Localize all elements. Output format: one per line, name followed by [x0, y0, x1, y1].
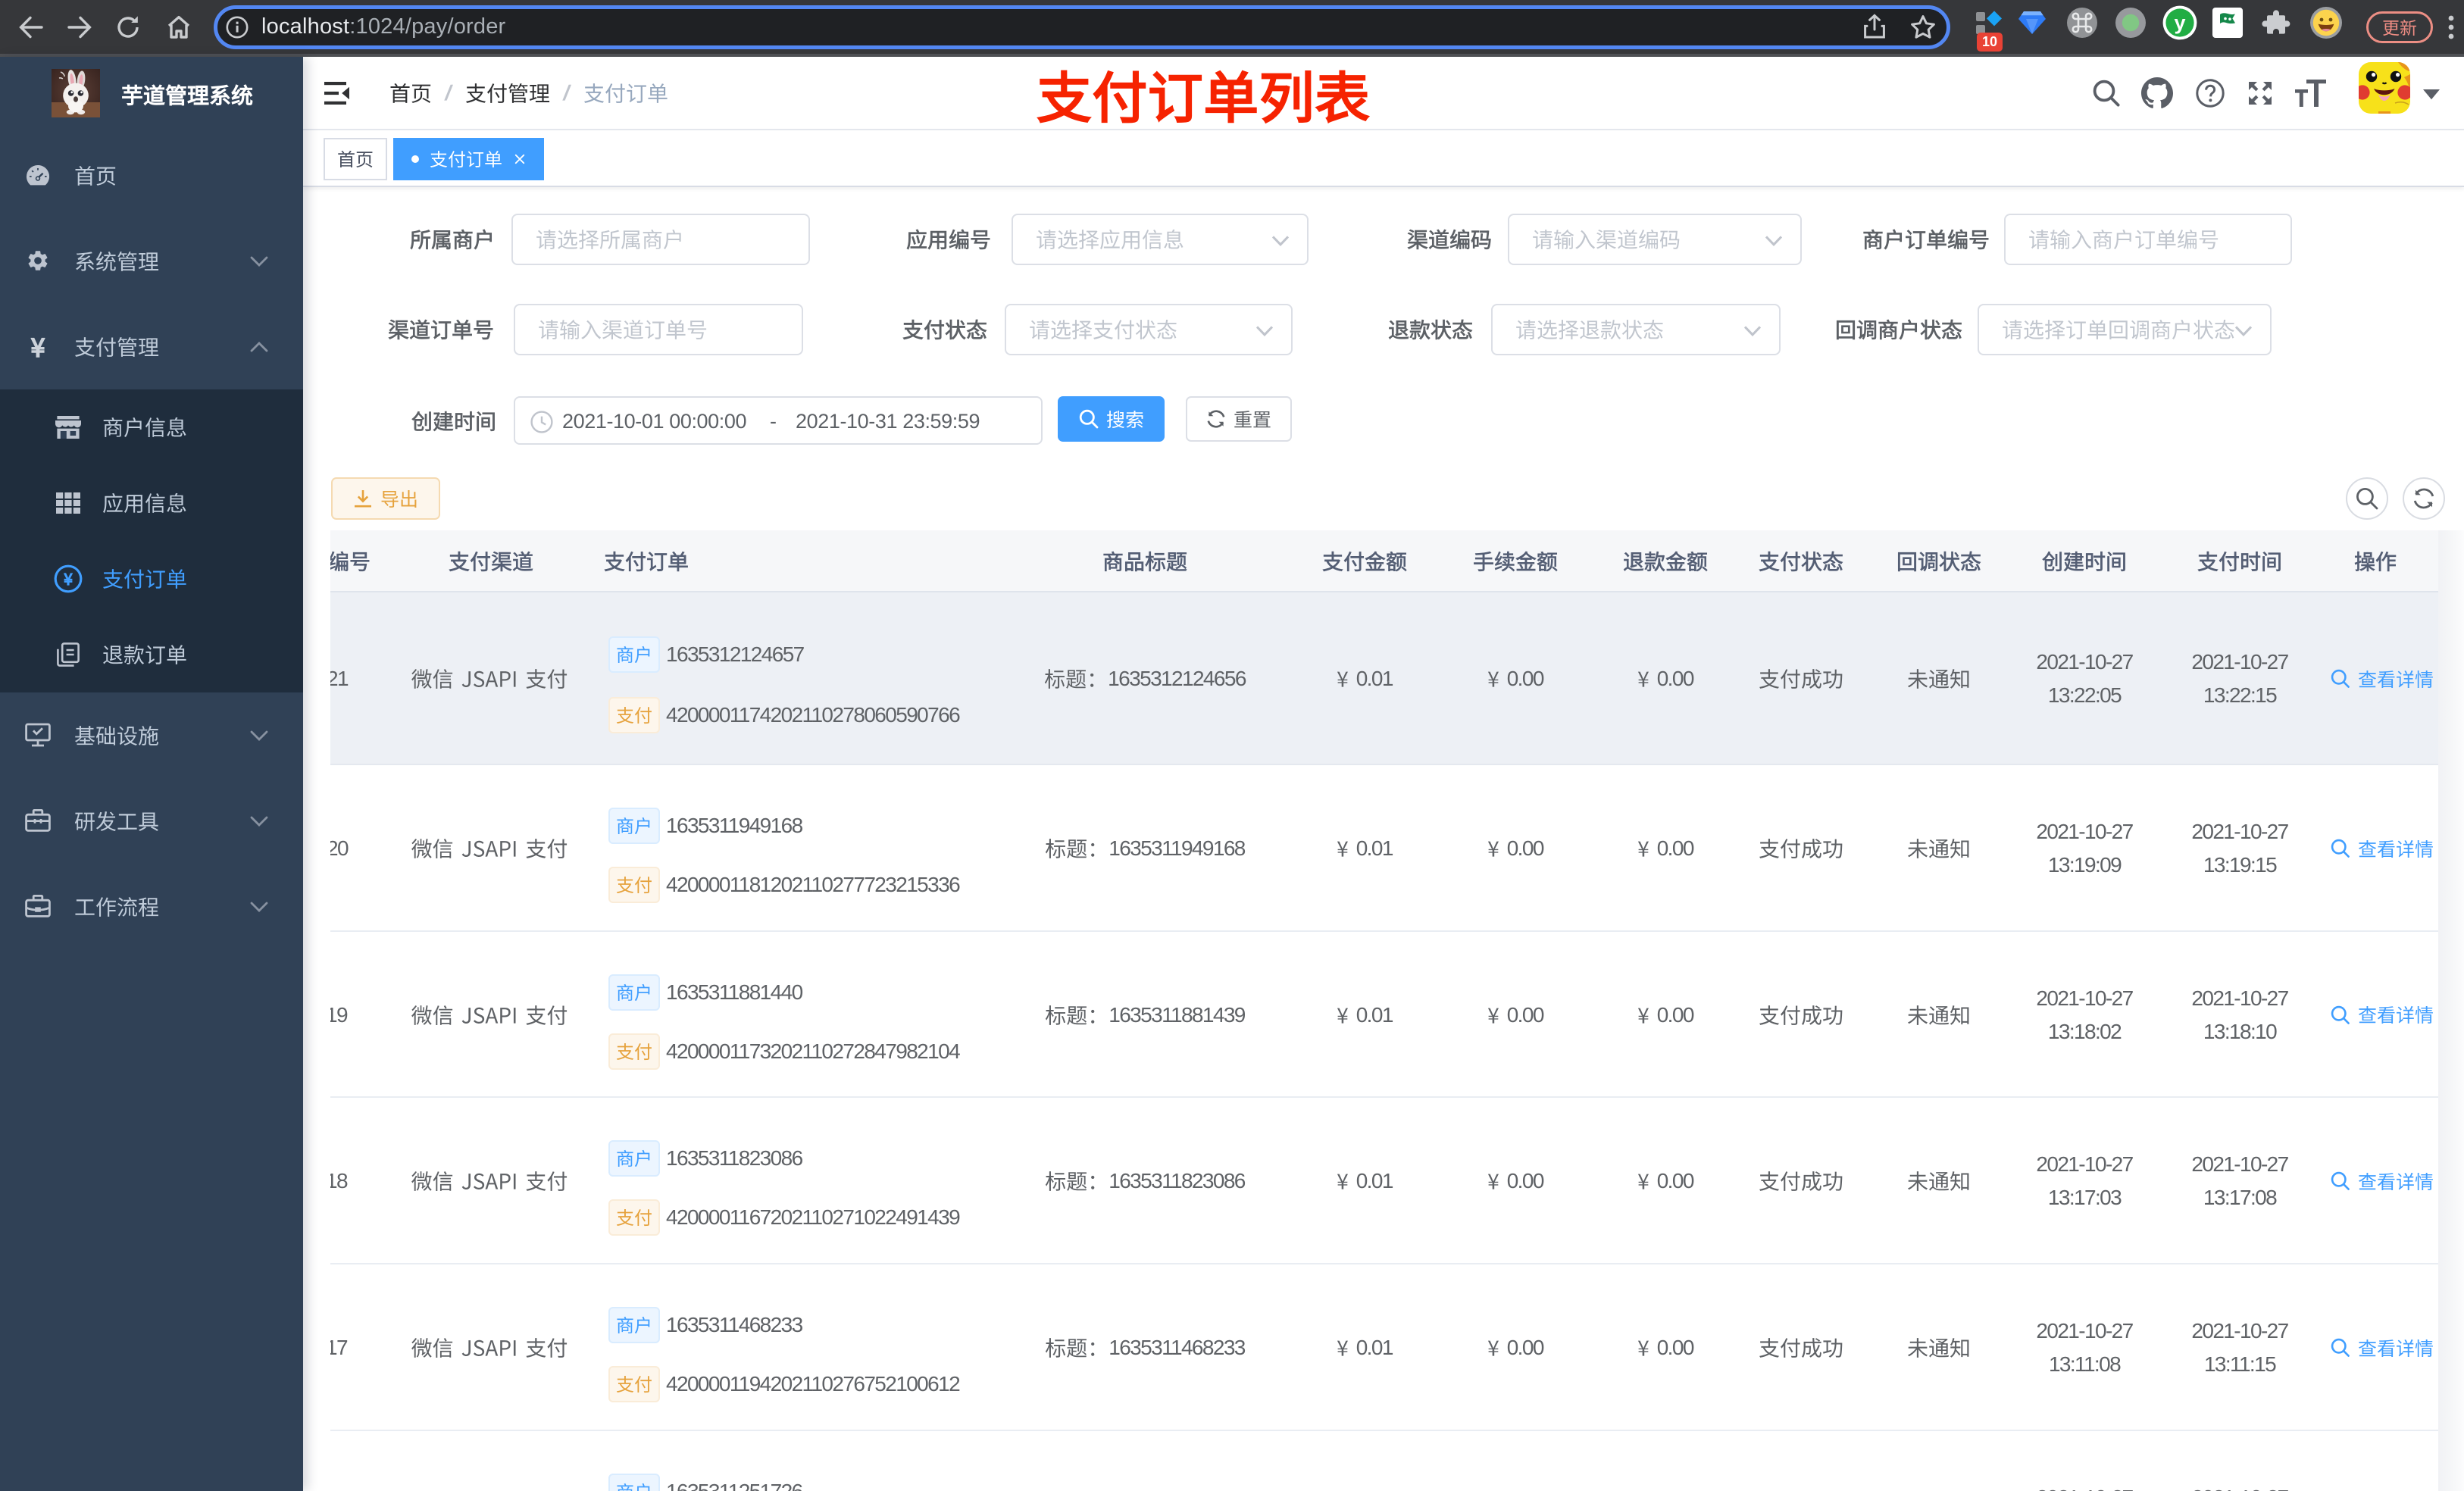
svg-text:y: y — [2174, 11, 2185, 34]
